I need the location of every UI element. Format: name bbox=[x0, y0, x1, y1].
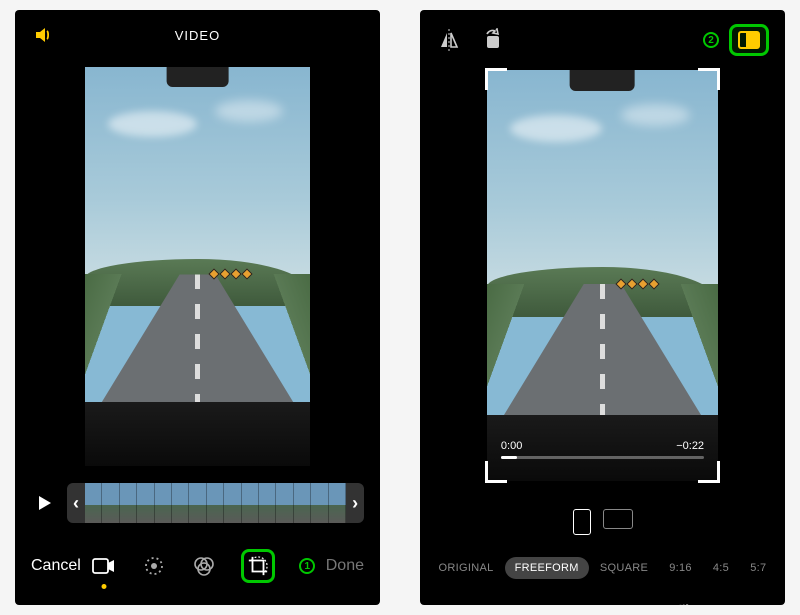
video-viewport bbox=[15, 60, 380, 473]
crop-frame[interactable]: 0:00 −0:22 bbox=[487, 70, 718, 481]
crop-handle-br[interactable] bbox=[698, 461, 720, 483]
time-scrubber[interactable]: 0:00 −0:22 bbox=[501, 440, 704, 459]
cancel-button[interactable]: Cancel bbox=[31, 557, 81, 575]
header-title: VIDEO bbox=[15, 28, 380, 43]
crop-top-bar: 2 bbox=[420, 10, 785, 70]
header: VIDEO bbox=[15, 10, 380, 60]
bottom-bar: Cancel Done bbox=[420, 587, 785, 605]
aspect-square[interactable]: SQUARE bbox=[590, 557, 658, 579]
trim-handle-right[interactable]: › bbox=[346, 483, 364, 523]
tool-tabs: 1 bbox=[91, 549, 315, 583]
phone-right: 2 0:00 −0:22 bbox=[420, 10, 785, 605]
flip-icon[interactable] bbox=[436, 27, 462, 53]
timeline-row: ‹ › bbox=[15, 473, 380, 533]
adjust-tool-icon[interactable] bbox=[141, 553, 167, 579]
play-button[interactable] bbox=[31, 490, 57, 516]
aspect-4-5[interactable]: 4:5 bbox=[703, 557, 739, 579]
crop-tool-icon[interactable] bbox=[673, 601, 699, 605]
step-badge: 2 bbox=[703, 32, 719, 48]
done-button[interactable]: Done bbox=[326, 557, 364, 575]
crop-handle-tr[interactable] bbox=[698, 68, 720, 90]
step-badge: 1 bbox=[299, 558, 315, 574]
aspect-5-7[interactable]: 5:7 bbox=[740, 557, 776, 579]
aspect-original[interactable]: ORIGINAL bbox=[429, 557, 504, 579]
video-preview[interactable] bbox=[85, 67, 309, 466]
trim-handle-left[interactable]: ‹ bbox=[67, 483, 85, 523]
crop-handle-tl[interactable] bbox=[485, 68, 507, 90]
aspect-ratio-button-highlighted[interactable] bbox=[729, 24, 769, 56]
time-remaining: −0:22 bbox=[676, 440, 704, 452]
aspect-freeform[interactable]: FREEFORM bbox=[505, 557, 589, 579]
time-slider[interactable] bbox=[501, 456, 704, 459]
phone-left: VIDEO ‹ › Cancel bbox=[15, 10, 380, 605]
timeline-strip[interactable]: ‹ › bbox=[67, 483, 364, 523]
active-dot-icon bbox=[102, 584, 107, 589]
time-current: 0:00 bbox=[501, 440, 522, 452]
aspect-ratio-icon bbox=[738, 31, 760, 49]
orientation-landscape[interactable] bbox=[603, 509, 633, 529]
aspect-9-16[interactable]: 9:16 bbox=[659, 557, 702, 579]
orientation-toggle bbox=[420, 501, 785, 549]
aspect-ratio-options: ORIGINAL FREEFORM SQUARE 9:16 4:5 5:7 bbox=[420, 549, 785, 587]
filters-tool-icon[interactable] bbox=[191, 553, 217, 579]
crop-handle-bl[interactable] bbox=[485, 461, 507, 483]
video-preview: 0:00 −0:22 bbox=[487, 70, 718, 481]
video-tool-icon[interactable] bbox=[517, 601, 543, 605]
bottom-bar: Cancel 1 Done bbox=[15, 533, 380, 605]
video-tool-icon[interactable] bbox=[91, 553, 117, 579]
rotate-icon[interactable] bbox=[480, 27, 506, 53]
crop-viewport: 0:00 −0:22 bbox=[420, 70, 785, 501]
crop-tool-icon bbox=[247, 555, 269, 577]
orientation-portrait[interactable] bbox=[573, 509, 591, 535]
tool-tabs bbox=[517, 601, 699, 605]
crop-tool-highlighted[interactable] bbox=[241, 549, 275, 583]
adjust-tool-icon[interactable] bbox=[569, 601, 595, 605]
filters-tool-icon[interactable] bbox=[621, 601, 647, 605]
